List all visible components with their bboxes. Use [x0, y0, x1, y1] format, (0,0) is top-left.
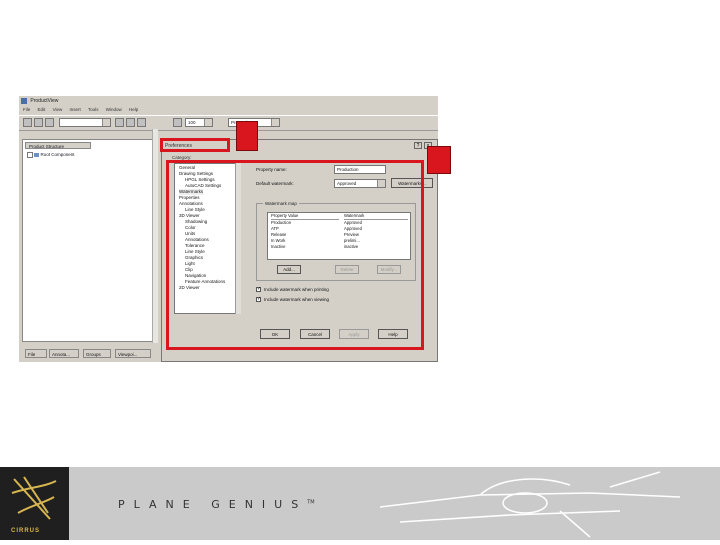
bottom-tab-strip: File Annota... Groups Viewpoi... [22, 347, 156, 360]
highlight-dialog-box [166, 160, 424, 350]
tagline-text: PLANE GENIUS [118, 498, 308, 511]
app-icon [21, 97, 27, 104]
window-titlebar: ProductView [19, 96, 438, 106]
menu-view[interactable]: View [53, 107, 63, 112]
airplane-sketch [379, 471, 681, 538]
annotation-marker-1 [236, 121, 258, 151]
toolbar: 100 Properties [19, 115, 438, 131]
zoom-combo[interactable]: 100 [185, 118, 213, 127]
chevron-down-icon[interactable] [271, 119, 279, 126]
open-icon[interactable] [23, 118, 32, 127]
help-icon[interactable]: ? [414, 142, 422, 149]
menu-bar: File Edit View Insert Tools Window Help [19, 106, 438, 114]
menu-tools[interactable]: Tools [88, 107, 99, 112]
menu-file[interactable]: File [23, 107, 30, 112]
tab-file[interactable]: File [25, 349, 47, 358]
tree-item-label: Root Component [40, 152, 75, 158]
save-icon[interactable] [34, 118, 43, 127]
chevron-down-icon[interactable] [204, 119, 212, 126]
help-icon[interactable] [115, 118, 124, 127]
menu-help[interactable]: Help [129, 107, 138, 112]
menu-insert[interactable]: Insert [70, 107, 81, 112]
folder-icon [34, 153, 40, 157]
trademark: TM [307, 499, 315, 506]
product-structure-pane: Product Structure Root Component [22, 139, 156, 342]
window-title: ProductView [30, 98, 59, 104]
print-icon[interactable] [45, 118, 54, 127]
menu-window[interactable]: Window [106, 107, 122, 112]
tab-viewpoints[interactable]: Viewpoi... [115, 349, 151, 358]
tab-annotations[interactable]: Annota... [49, 349, 79, 358]
chevron-down-icon[interactable] [102, 119, 110, 126]
model-combo[interactable] [59, 118, 111, 127]
tab-groups[interactable]: Groups [83, 349, 111, 358]
properties-icon[interactable] [173, 118, 182, 127]
annotation-marker-2 [427, 146, 451, 174]
logo-text: CIRRUS [11, 528, 41, 534]
list-icon[interactable] [126, 118, 135, 127]
menu-edit[interactable]: Edit [38, 107, 46, 112]
footer-band [0, 467, 720, 540]
tagline: PLANE GENIUSTM [118, 498, 315, 511]
tree-item-root[interactable]: Root Component [27, 152, 75, 158]
layout-icon[interactable] [137, 118, 146, 127]
expand-icon[interactable] [27, 152, 33, 158]
tab-product-structure[interactable]: Product Structure [25, 142, 91, 149]
highlight-title-box [160, 138, 230, 152]
pane-scrollbar[interactable] [152, 129, 158, 343]
